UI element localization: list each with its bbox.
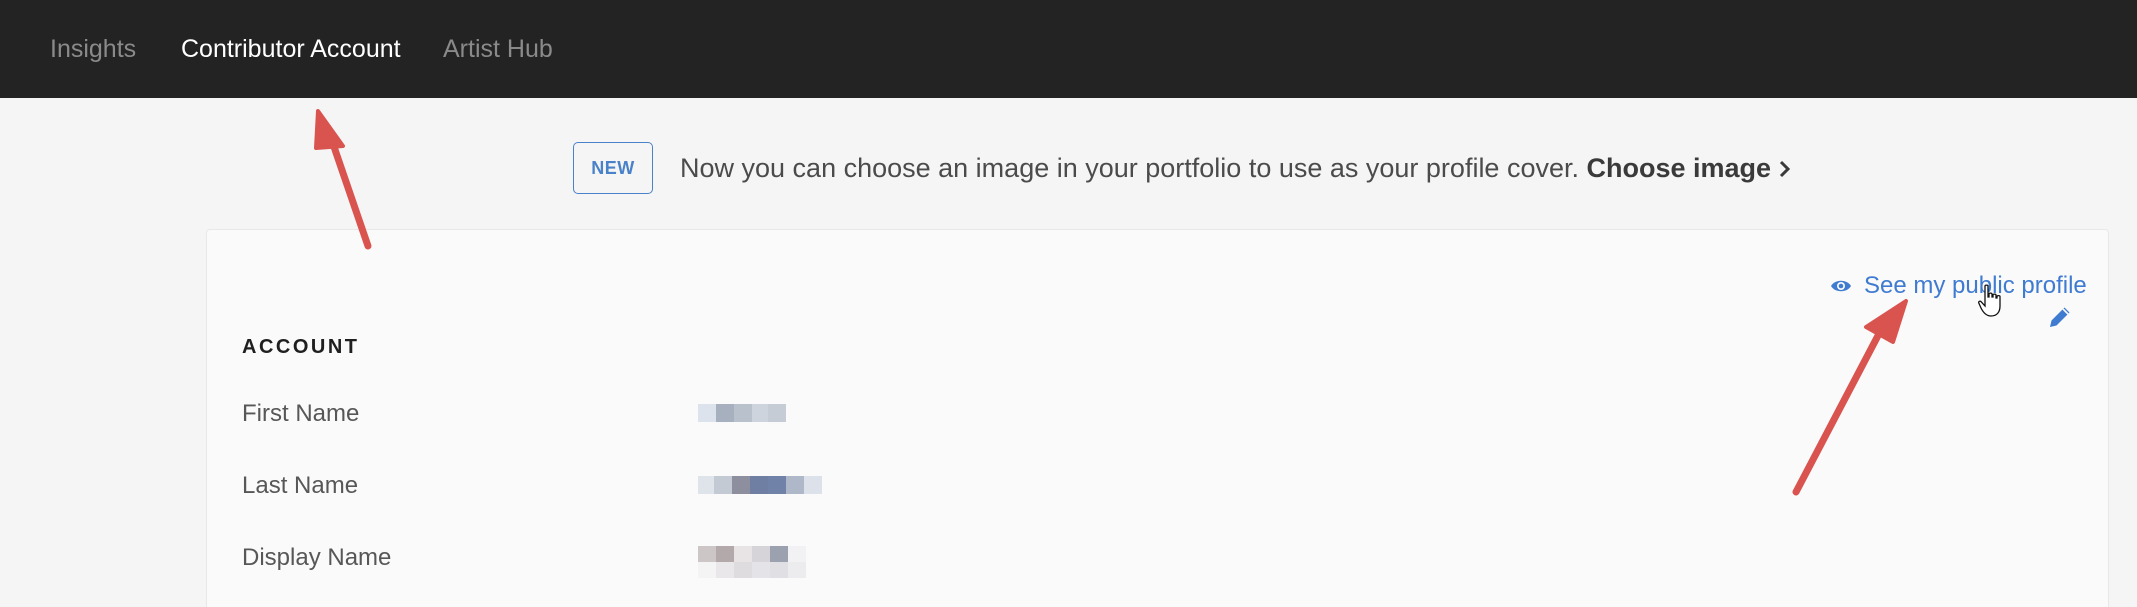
chevron-right-icon bbox=[1779, 153, 1791, 183]
last-name-value-redacted bbox=[698, 476, 822, 494]
account-card bbox=[206, 229, 2109, 607]
choose-image-label: Choose image bbox=[1586, 153, 1772, 183]
eye-icon bbox=[1831, 280, 1851, 292]
annotation-arrow-contributor bbox=[314, 109, 372, 250]
last-name-label: Last Name bbox=[242, 472, 359, 499]
banner-text: Now you can choose an image in your port… bbox=[680, 153, 1587, 183]
account-section-title: ACCOUNT bbox=[242, 336, 360, 358]
hand-cursor-icon bbox=[1978, 284, 2001, 317]
first-name-value-redacted bbox=[698, 404, 786, 422]
pencil-icon[interactable] bbox=[2046, 303, 2074, 331]
nav-item-contributor-account[interactable]: Contributor Account bbox=[181, 0, 401, 98]
display-name-label: Display Name bbox=[242, 544, 392, 571]
new-badge: NEW bbox=[573, 142, 653, 194]
banner-message: Now you can choose an image in your port… bbox=[680, 142, 1791, 194]
display-name-value-redacted bbox=[698, 546, 806, 578]
nav-item-artist-hub[interactable]: Artist Hub bbox=[443, 0, 553, 98]
see-public-profile-label: See my public profile bbox=[1864, 272, 2087, 299]
nav-item-insights[interactable]: Insights bbox=[50, 0, 136, 98]
choose-image-link[interactable]: Choose image bbox=[1587, 153, 1791, 183]
top-navigation-bar: Insights Contributor Account Artist Hub bbox=[0, 0, 2137, 98]
first-name-label: First Name bbox=[242, 400, 360, 427]
